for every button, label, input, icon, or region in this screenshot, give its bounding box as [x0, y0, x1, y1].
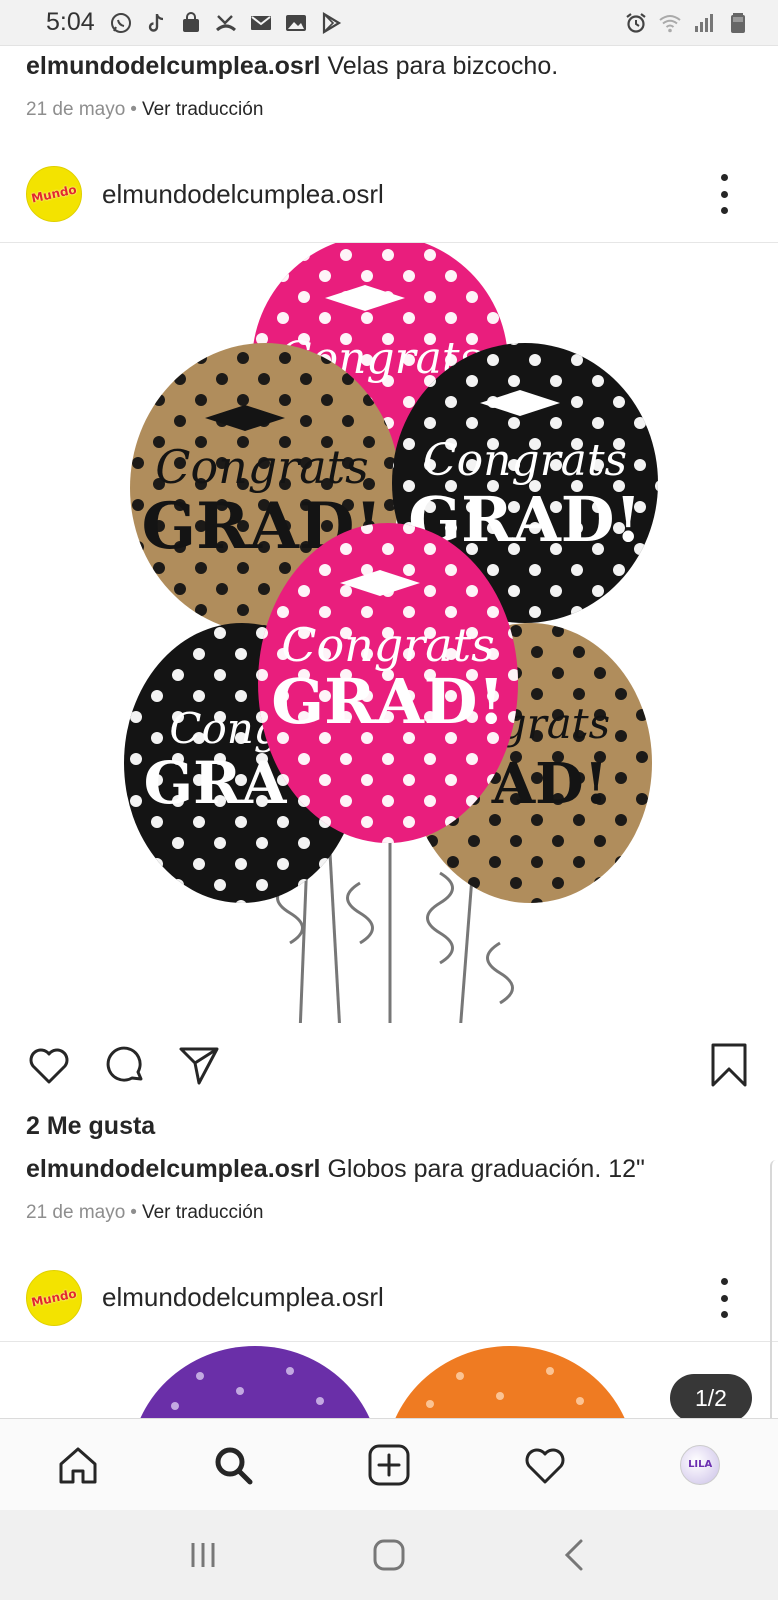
- search-icon[interactable]: [203, 1435, 263, 1495]
- play-store-icon: [319, 11, 343, 35]
- post-username[interactable]: elmundodelcumplea.osrl: [102, 1282, 384, 1313]
- signal-icon: [692, 11, 716, 35]
- post-header: Mundo elmundodelcumplea.osrl: [0, 150, 778, 238]
- caption-username[interactable]: elmundodelcumplea.osrl: [26, 1155, 321, 1183]
- wifi-icon: [658, 11, 682, 35]
- likes-count[interactable]: 2 Me gusta: [26, 1112, 155, 1141]
- battery-icon: [726, 11, 750, 35]
- translate-link[interactable]: Ver traducción: [142, 99, 263, 120]
- system-nav: [0, 1510, 778, 1600]
- comment-bubble-icon[interactable]: [100, 1040, 150, 1090]
- carousel-page-indicator: 1/2: [670, 1374, 752, 1422]
- system-status-icons: [624, 11, 750, 35]
- more-options-icon[interactable]: [718, 1278, 730, 1318]
- status-bar: 5:04: [0, 0, 778, 46]
- previous-post-caption: elmundodelcumplea.osrl Velas para bizcoc…: [26, 52, 558, 81]
- svg-text:AD!: AD!: [491, 751, 609, 817]
- svg-text:Congrats: Congrats: [155, 440, 368, 494]
- svg-text:Congrats: Congrats: [423, 435, 627, 486]
- next-post-image[interactable]: [0, 1346, 778, 1418]
- recent-apps-icon[interactable]: [173, 1525, 233, 1585]
- svg-text:GRA: GRA: [144, 749, 288, 817]
- scroll-edge: [770, 1160, 778, 1450]
- post-actions: [0, 1040, 778, 1092]
- more-options-icon[interactable]: [718, 174, 730, 214]
- bookmark-icon[interactable]: [704, 1040, 754, 1090]
- status-time: 5:04: [46, 8, 95, 36]
- profile-avatar[interactable]: LILA: [670, 1435, 730, 1495]
- avatar[interactable]: Mundo: [26, 1269, 82, 1326]
- post-date: 21 de mayo: [26, 1202, 126, 1223]
- bottom-nav: LILA: [0, 1418, 778, 1510]
- notification-icons: [109, 11, 343, 35]
- gallery-icon: [284, 11, 308, 35]
- add-post-icon[interactable]: [359, 1435, 419, 1495]
- share-send-icon[interactable]: [174, 1040, 224, 1090]
- post-image[interactable]: Congrats Congrats GRAD! Congrats GRAD! C…: [0, 243, 778, 1023]
- like-heart-icon[interactable]: [24, 1040, 74, 1090]
- gmail-icon: [249, 11, 273, 35]
- previous-post-meta: 21 de mayo • Ver traducción: [26, 99, 264, 120]
- post-username[interactable]: elmundodelcumplea.osrl: [102, 179, 384, 210]
- caption-text: Velas para bizcocho.: [327, 52, 559, 80]
- activity-heart-icon[interactable]: [515, 1435, 575, 1495]
- post-date: 21 de mayo: [26, 99, 126, 120]
- tiktok-icon: [144, 11, 168, 35]
- home-icon[interactable]: [48, 1435, 108, 1495]
- next-post-header: Mundo elmundodelcumplea.osrl: [0, 1254, 778, 1342]
- back-icon[interactable]: [545, 1525, 605, 1585]
- post-meta: 21 de mayo • Ver traducción: [26, 1202, 264, 1223]
- caption-text: Globos para graduación. 12": [327, 1155, 645, 1183]
- balloon-pink-front: Congrats GRAD!: [258, 523, 518, 843]
- post-caption: elmundodelcumplea.osrl Globos para gradu…: [26, 1155, 645, 1184]
- caption-username[interactable]: elmundodelcumplea.osrl: [26, 52, 321, 80]
- svg-text:GRAD!: GRAD!: [271, 665, 505, 738]
- missed-call-icon: [214, 11, 238, 35]
- alarm-icon: [624, 11, 648, 35]
- svg-text:Congrats: Congrats: [281, 618, 494, 672]
- translate-link[interactable]: Ver traducción: [142, 1202, 263, 1223]
- avatar: LILA: [680, 1444, 721, 1485]
- home-button-icon[interactable]: [359, 1525, 419, 1585]
- whatsapp-icon: [109, 11, 133, 35]
- shopping-bag-icon: [179, 11, 203, 35]
- avatar[interactable]: Mundo: [26, 166, 82, 222]
